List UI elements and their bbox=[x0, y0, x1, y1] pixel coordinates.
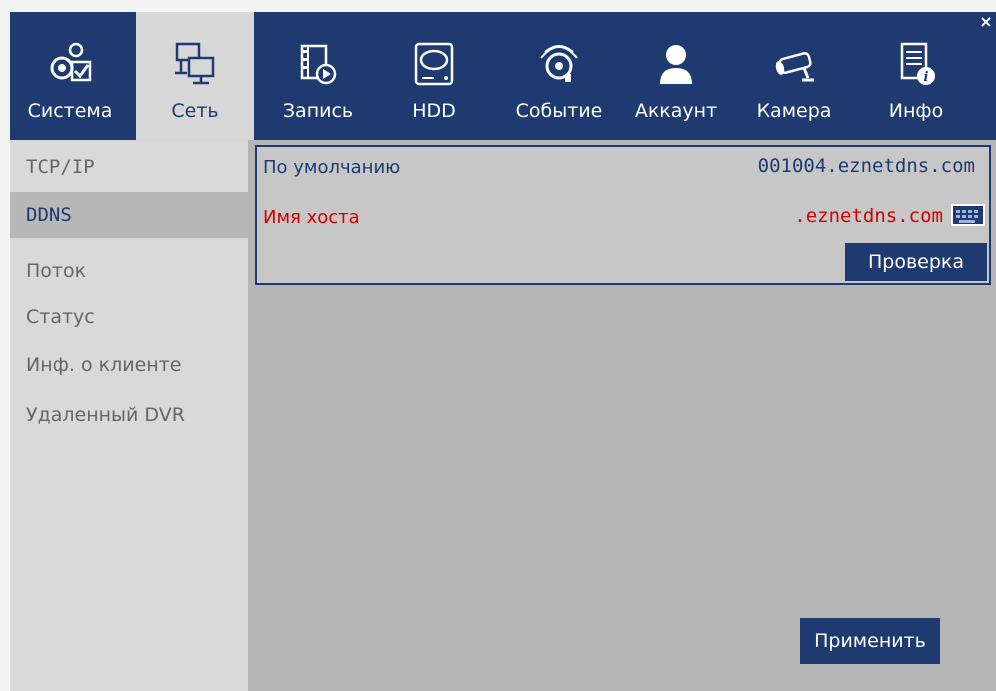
tab-hdd[interactable]: HDD bbox=[386, 12, 482, 140]
film-play-icon bbox=[300, 44, 337, 85]
svg-text:i: i bbox=[924, 70, 929, 85]
sidebar-item-status[interactable]: Статус bbox=[10, 294, 248, 340]
tab-label: Запись bbox=[282, 100, 354, 122]
default-value[interactable]: 001004.eznetdns.com bbox=[758, 155, 975, 177]
content-panel: По умолчанию 001004.eznetdns.com Имя хос… bbox=[248, 140, 996, 691]
network-monitors-icon bbox=[175, 42, 215, 85]
tab-label: Событие bbox=[515, 100, 603, 122]
document-info-icon: i bbox=[900, 42, 935, 85]
close-icon[interactable]: × bbox=[978, 14, 994, 30]
top-menu-bar: Система Сеть Запись HDD Событие Аккаунт … bbox=[10, 12, 996, 140]
tab-label: Камера bbox=[756, 100, 832, 122]
tab-label: Аккаунт bbox=[634, 100, 718, 122]
sidebar-item-remote-dvr[interactable]: Удаленный DVR bbox=[10, 392, 248, 438]
tab-network[interactable]: Сеть bbox=[136, 12, 254, 140]
bullet-camera-icon bbox=[775, 52, 814, 82]
tab-label: Инфо bbox=[888, 100, 944, 122]
tab-record[interactable]: Запись bbox=[266, 12, 370, 140]
tab-camera[interactable]: Камера bbox=[744, 12, 844, 140]
ddns-settings-panel: По умолчанию 001004.eznetdns.com Имя хос… bbox=[255, 145, 991, 285]
sidebar-item-client-info[interactable]: Инф. о клиенте bbox=[10, 342, 248, 388]
tab-event[interactable]: Событие bbox=[504, 12, 614, 140]
default-label: По умолчанию bbox=[263, 157, 401, 178]
hostname-input[interactable]: .eznetdns.com bbox=[794, 205, 943, 227]
keyboard-icon[interactable] bbox=[951, 204, 985, 226]
apply-button[interactable]: Применить bbox=[800, 618, 940, 664]
hard-drive-icon bbox=[414, 42, 454, 86]
sidebar: TCP/IP DDNS Поток Статус Инф. о клиенте … bbox=[10, 142, 248, 691]
sidebar-item-ddns[interactable]: DDNS bbox=[10, 192, 248, 238]
alarm-bell-icon bbox=[540, 45, 578, 82]
tab-label: Система bbox=[27, 100, 113, 122]
tab-system[interactable]: Система bbox=[10, 12, 130, 140]
tab-label: Сеть bbox=[171, 100, 219, 122]
tab-info[interactable]: i Инфо bbox=[866, 12, 966, 140]
tab-label: HDD bbox=[412, 100, 456, 122]
gear-check-icon bbox=[50, 42, 92, 82]
tab-account[interactable]: Аккаунт bbox=[626, 12, 726, 140]
settings-window: Система Сеть Запись HDD Событие Аккаунт … bbox=[10, 12, 996, 691]
hostname-label: Имя хоста bbox=[263, 207, 360, 228]
sidebar-item-stream[interactable]: Поток bbox=[10, 248, 248, 294]
sidebar-item-tcpip[interactable]: TCP/IP bbox=[10, 144, 248, 190]
check-button[interactable]: Проверка bbox=[845, 243, 987, 281]
user-icon bbox=[660, 45, 692, 84]
